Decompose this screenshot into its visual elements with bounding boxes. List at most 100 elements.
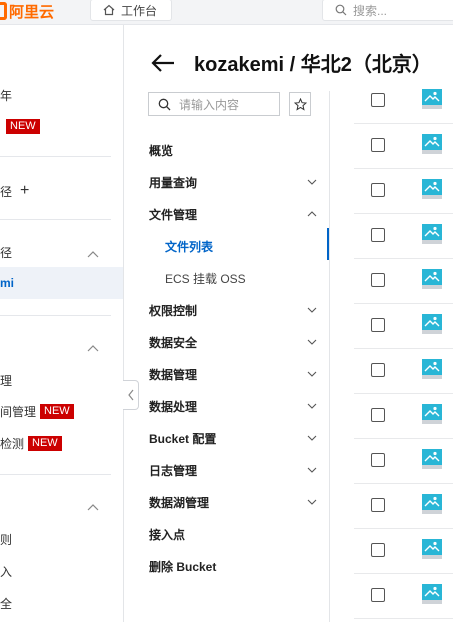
chevron-down-icon xyxy=(307,371,317,377)
sidebar-divider xyxy=(0,315,111,316)
row-checkbox[interactable] xyxy=(371,228,385,242)
image-file-icon[interactable] xyxy=(422,404,442,424)
menu-search-placeholder: 请输入内容 xyxy=(179,97,240,112)
back-arrow-icon[interactable] xyxy=(150,53,176,73)
table-row[interactable] xyxy=(354,528,453,574)
home-icon xyxy=(103,4,115,16)
image-file-icon[interactable] xyxy=(422,89,442,109)
search-icon xyxy=(335,4,347,16)
table-row[interactable] xyxy=(354,573,453,619)
menu-item-overview[interactable]: 概览 xyxy=(149,138,321,162)
menu-item-label: 日志管理 xyxy=(149,463,198,478)
row-checkbox[interactable] xyxy=(371,138,385,152)
row-checkbox[interactable] xyxy=(371,273,385,287)
sidebar-item-label: 理 xyxy=(0,374,13,388)
sidebar-item-label: 全 xyxy=(0,597,13,611)
menu-item-data-security[interactable]: 数据安全 xyxy=(149,330,321,354)
star-icon xyxy=(293,97,307,111)
menu-item-file-management[interactable]: 文件管理 xyxy=(149,202,321,226)
menu-search-input[interactable]: 请输入内容 xyxy=(148,92,280,116)
page-title: kozakemi / 华北2（北京） xyxy=(194,54,432,76)
table-row[interactable] xyxy=(354,393,453,439)
sidebar-item-label: 径 xyxy=(0,246,13,260)
image-file-icon[interactable] xyxy=(422,539,442,559)
brand-logo[interactable]: 阿里云 xyxy=(0,0,54,22)
menu-item-label: 文件管理 xyxy=(149,207,198,222)
chevron-down-icon xyxy=(307,339,317,345)
menu-item-data-management[interactable]: 数据管理 xyxy=(149,362,321,386)
image-file-icon[interactable] xyxy=(422,314,442,334)
sidebar-item-bucket[interactable]: mi xyxy=(0,276,14,290)
menu-item-label: Bucket 配置 xyxy=(149,431,217,446)
table-row[interactable] xyxy=(354,123,453,169)
row-checkbox[interactable] xyxy=(371,588,385,602)
row-checkbox[interactable] xyxy=(371,318,385,332)
row-checkbox[interactable] xyxy=(371,183,385,197)
menu-item-data-processing[interactable]: 数据处理 xyxy=(149,394,321,418)
row-checkbox[interactable] xyxy=(371,93,385,107)
image-file-icon[interactable] xyxy=(422,179,442,199)
brand-text: 阿里云 xyxy=(9,3,55,21)
sidebar-item[interactable]: 年 xyxy=(0,87,12,104)
chevron-down-icon xyxy=(307,403,317,409)
chevron-down-icon xyxy=(307,499,317,505)
chevron-up-icon[interactable] xyxy=(86,249,100,259)
menu-item-bucket-config[interactable]: Bucket 配置 xyxy=(149,426,321,450)
row-checkbox[interactable] xyxy=(371,408,385,422)
chevron-down-icon xyxy=(307,435,317,441)
menu-item-access-control[interactable]: 权限控制 xyxy=(149,298,321,322)
table-row[interactable] xyxy=(354,258,453,304)
row-checkbox[interactable] xyxy=(371,543,385,557)
image-file-icon[interactable] xyxy=(422,134,442,154)
table-row[interactable] xyxy=(354,438,453,484)
sidebar-group-header[interactable]: 径 xyxy=(0,244,12,261)
collapse-sidebar-button[interactable] xyxy=(123,380,139,410)
sidebar-item[interactable]: 理 xyxy=(0,372,12,389)
menu-item-access-point[interactable]: 接入点 xyxy=(149,522,321,546)
add-path-button[interactable]: + xyxy=(20,182,29,200)
chevron-up-icon[interactable] xyxy=(86,343,100,353)
menu-subitem-ecs-mount[interactable]: ECS 挂载 OSS xyxy=(165,270,246,287)
sidebar-item-label: mi xyxy=(0,276,15,290)
menu-item-data-lake[interactable]: 数据湖管理 xyxy=(149,490,321,514)
image-file-icon[interactable] xyxy=(422,269,442,289)
menu-subitem-file-list[interactable]: 文件列表 xyxy=(165,238,213,255)
sidebar-item[interactable]: 全 xyxy=(0,595,12,612)
table-row[interactable] xyxy=(354,78,453,124)
global-search-input[interactable]: 搜索... xyxy=(322,0,453,21)
sidebar-item[interactable]: 检测 NEW xyxy=(0,435,62,452)
menu-item-log-management[interactable]: 日志管理 xyxy=(149,458,321,482)
image-file-icon[interactable] xyxy=(422,494,442,514)
image-file-icon[interactable] xyxy=(422,449,442,469)
chevron-up-icon[interactable] xyxy=(86,502,100,512)
sidebar-item[interactable]: NEW xyxy=(0,119,40,134)
workbench-tab[interactable]: 工作台 xyxy=(90,0,172,21)
new-badge: NEW xyxy=(28,436,62,451)
menu-item-delete-bucket[interactable]: 删除 Bucket xyxy=(149,554,321,578)
sidebar-divider xyxy=(0,474,111,475)
table-row[interactable] xyxy=(354,168,453,214)
workbench-tab-label: 工作台 xyxy=(121,3,158,18)
table-row[interactable] xyxy=(354,213,453,259)
image-file-icon[interactable] xyxy=(422,584,442,604)
row-checkbox[interactable] xyxy=(371,498,385,512)
sidebar-item-label: 径 xyxy=(0,184,13,199)
row-checkbox[interactable] xyxy=(371,363,385,377)
sidebar-item[interactable]: 间管理 NEW xyxy=(0,403,74,420)
sidebar-item-label: 年 xyxy=(0,89,13,103)
sidebar-item[interactable]: 则 xyxy=(0,531,12,548)
image-file-icon[interactable] xyxy=(422,224,442,244)
image-file-icon[interactable] xyxy=(422,359,442,379)
menu-item-usage[interactable]: 用量查询 xyxy=(149,170,321,194)
menu-divider xyxy=(329,91,330,622)
sidebar-item[interactable]: 径 + xyxy=(0,182,29,200)
sidebar-item[interactable]: 入 xyxy=(0,563,12,580)
sidebar-item-label: 入 xyxy=(0,565,13,579)
favorite-button[interactable] xyxy=(289,92,311,116)
new-badge: NEW xyxy=(40,404,74,419)
row-checkbox[interactable] xyxy=(371,453,385,467)
table-row[interactable] xyxy=(354,348,453,394)
table-row[interactable] xyxy=(354,483,453,529)
table-row[interactable] xyxy=(354,303,453,349)
chevron-down-icon xyxy=(307,307,317,313)
